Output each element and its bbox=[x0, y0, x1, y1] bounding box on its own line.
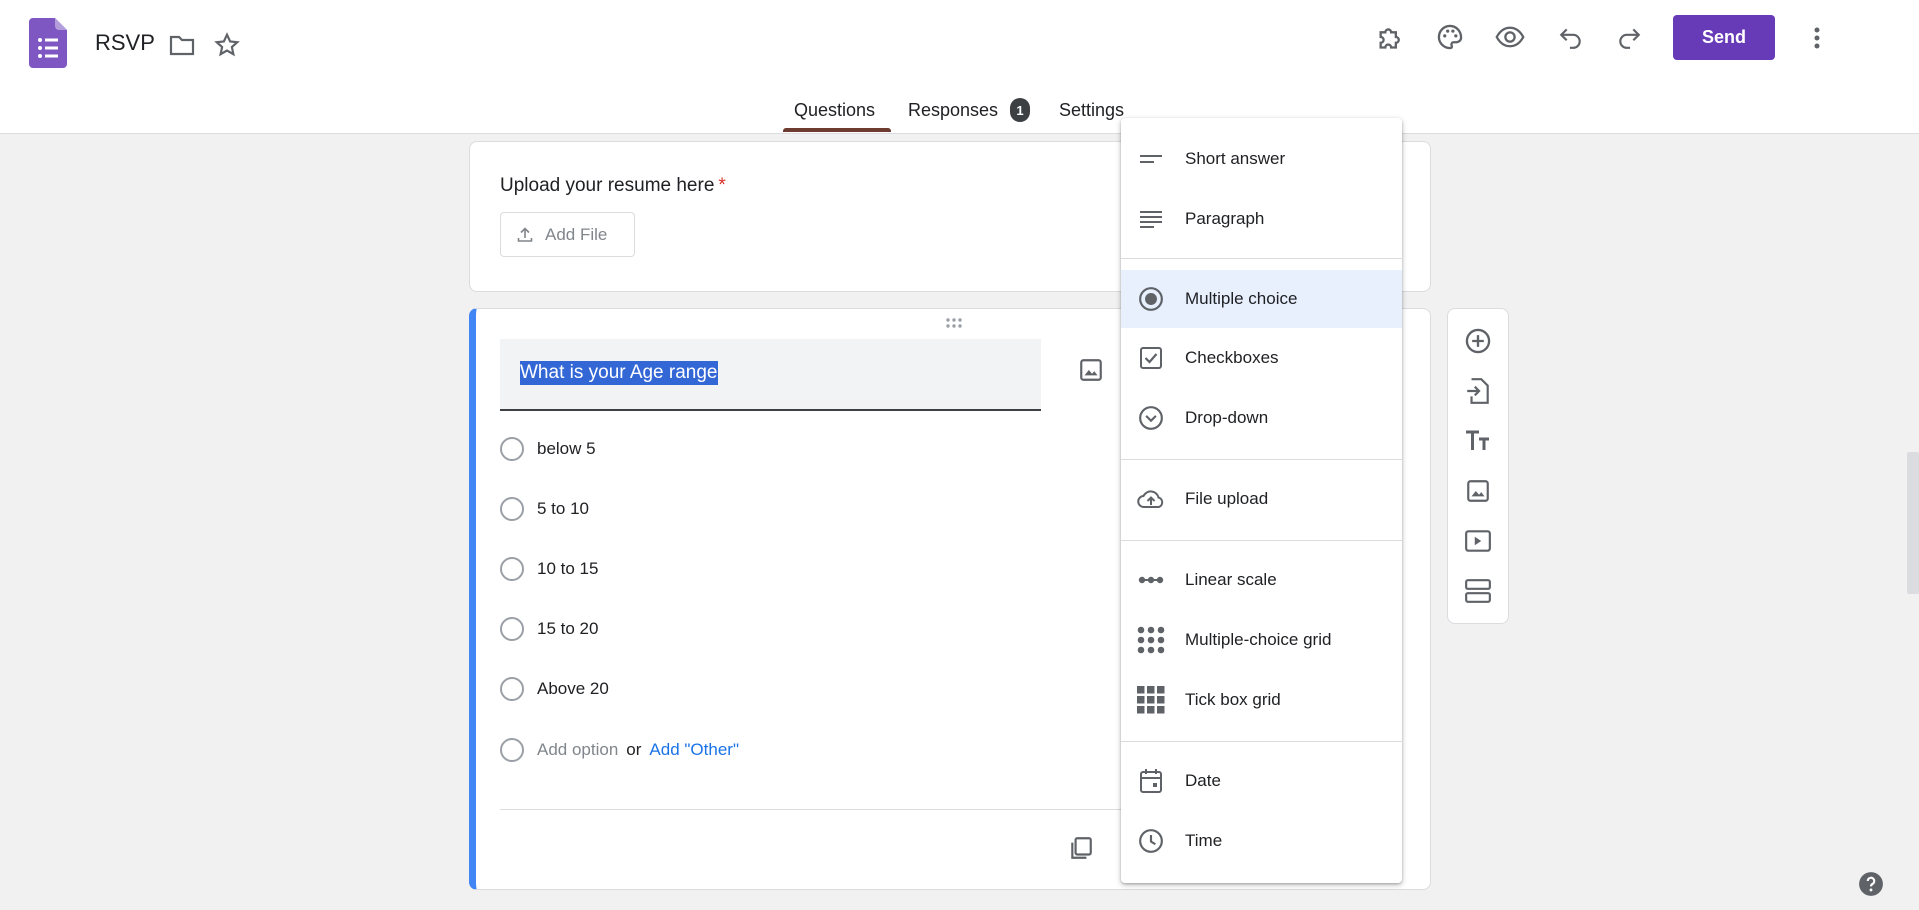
tab-bar: Questions Responses 1 Settings bbox=[0, 96, 1919, 134]
menu-item-time[interactable]: Time bbox=[1121, 812, 1402, 870]
menu-item-label: Multiple-choice grid bbox=[1185, 630, 1332, 649]
menu-item-multiple-choice-grid[interactable]: Multiple-choice grid bbox=[1121, 611, 1402, 669]
tab-settings[interactable]: Settings bbox=[1059, 100, 1124, 121]
undo-icon[interactable] bbox=[1555, 21, 1587, 53]
add-image-icon[interactable] bbox=[1463, 476, 1493, 506]
menu-item-label: File upload bbox=[1185, 489, 1269, 508]
radio-button[interactable] bbox=[500, 437, 524, 461]
add-question-icon[interactable] bbox=[1463, 326, 1493, 356]
help-icon[interactable] bbox=[1858, 871, 1884, 897]
add-file-label: Add File bbox=[545, 224, 608, 244]
menu-item-tick-box-grid[interactable]: Tick box grid bbox=[1121, 671, 1402, 729]
menu-item-paragraph[interactable]: Paragraph bbox=[1121, 190, 1402, 248]
menu-divider bbox=[1121, 258, 1402, 259]
question-title: Upload your resume here * bbox=[500, 175, 726, 197]
tab-questions[interactable]: Questions bbox=[794, 100, 875, 121]
radio-button[interactable] bbox=[500, 677, 524, 701]
dot-grid-icon bbox=[1137, 626, 1165, 654]
menu-item-date[interactable]: Date bbox=[1121, 752, 1402, 810]
menu-item-label: Date bbox=[1185, 771, 1221, 790]
import-questions-icon[interactable] bbox=[1463, 376, 1493, 406]
option-item[interactable]: 15 to 20 bbox=[500, 614, 598, 644]
duplicate-icon[interactable] bbox=[1068, 835, 1094, 866]
app-header: RSVP Send Questions Responses 1 Settings bbox=[0, 0, 1919, 134]
menu-item-label: Checkboxes bbox=[1185, 348, 1279, 367]
menu-item-label: Linear scale bbox=[1185, 570, 1277, 589]
option-label[interactable]: 15 to 20 bbox=[537, 619, 598, 639]
side-toolbar bbox=[1447, 308, 1509, 624]
addons-puzzle-icon[interactable] bbox=[1374, 21, 1406, 53]
menu-divider bbox=[1121, 459, 1402, 460]
checkbox-icon bbox=[1137, 344, 1165, 372]
star-icon[interactable] bbox=[211, 29, 243, 61]
option-item[interactable]: 10 to 15 bbox=[500, 554, 598, 584]
or-text: or bbox=[626, 740, 642, 759]
menu-item-label: Short answer bbox=[1185, 149, 1286, 168]
option-item[interactable]: below 5 bbox=[500, 434, 596, 464]
square-grid-icon bbox=[1137, 686, 1165, 714]
menu-item-file-upload[interactable]: File upload bbox=[1121, 470, 1402, 528]
form-title[interactable]: RSVP bbox=[95, 30, 155, 56]
paragraph-icon bbox=[1137, 205, 1165, 233]
add-file-button[interactable]: Add File bbox=[500, 212, 635, 257]
menu-item-multiple-choice[interactable]: Multiple choice bbox=[1121, 270, 1402, 328]
menu-divider bbox=[1121, 540, 1402, 541]
option-label[interactable]: 10 to 15 bbox=[537, 559, 598, 579]
linear-scale-icon bbox=[1137, 566, 1165, 594]
folder-icon[interactable] bbox=[166, 29, 198, 61]
tab-responses-label: Responses bbox=[908, 100, 999, 120]
menu-item-label: Multiple choice bbox=[1185, 289, 1298, 308]
required-mark: * bbox=[718, 175, 726, 196]
add-option-row: Add option or Add "Other" bbox=[500, 735, 739, 765]
radio-icon bbox=[1137, 285, 1165, 313]
menu-item-label: Tick box grid bbox=[1185, 690, 1281, 709]
radio-button[interactable] bbox=[500, 617, 524, 641]
redo-icon[interactable] bbox=[1613, 21, 1645, 53]
clock-icon bbox=[1137, 827, 1165, 855]
option-label[interactable]: Above 20 bbox=[537, 679, 609, 699]
option-item[interactable]: 5 to 10 bbox=[500, 494, 589, 524]
question-type-menu: Short answer Paragraph Multiple choice C… bbox=[1121, 118, 1402, 883]
question-title-text: Upload your resume here bbox=[500, 175, 715, 196]
question-title-input[interactable]: What is your Age range bbox=[500, 339, 1041, 411]
option-item[interactable]: Above 20 bbox=[500, 674, 609, 704]
menu-item-checkboxes[interactable]: Checkboxes bbox=[1121, 329, 1402, 387]
menu-item-label: Drop-down bbox=[1185, 408, 1269, 427]
forms-logo-icon[interactable] bbox=[29, 18, 67, 68]
cloud-upload-icon bbox=[1137, 485, 1165, 513]
add-section-icon[interactable] bbox=[1463, 576, 1493, 606]
upload-icon bbox=[517, 226, 533, 242]
option-label[interactable]: below 5 bbox=[537, 439, 596, 459]
send-button[interactable]: Send bbox=[1673, 15, 1775, 60]
menu-item-linear-scale[interactable]: Linear scale bbox=[1121, 551, 1402, 609]
menu-item-short-answer[interactable]: Short answer bbox=[1121, 130, 1402, 188]
palette-icon[interactable] bbox=[1434, 21, 1466, 53]
tab-responses[interactable]: Responses bbox=[908, 100, 998, 121]
radio-button[interactable] bbox=[500, 557, 524, 581]
more-vert-icon[interactable] bbox=[1801, 22, 1833, 54]
short-answer-icon bbox=[1137, 145, 1165, 173]
add-option-link[interactable]: Add option bbox=[537, 740, 618, 760]
radio-button bbox=[500, 738, 524, 762]
menu-item-label: Paragraph bbox=[1185, 209, 1265, 228]
scrollbar-thumb[interactable] bbox=[1907, 452, 1919, 594]
add-image-icon[interactable] bbox=[1078, 357, 1104, 388]
menu-item-label: Time bbox=[1185, 831, 1223, 850]
radio-button[interactable] bbox=[500, 497, 524, 521]
menu-item-drop-down[interactable]: Drop-down bbox=[1121, 389, 1402, 447]
question-title-selected-text: What is your Age range bbox=[520, 361, 718, 385]
menu-divider bbox=[1121, 741, 1402, 742]
active-tab-indicator bbox=[783, 128, 891, 132]
add-video-icon[interactable] bbox=[1463, 526, 1493, 556]
add-other-link[interactable]: Add "Other" bbox=[649, 740, 739, 760]
responses-count-badge: 1 bbox=[1010, 98, 1030, 122]
calendar-icon bbox=[1137, 767, 1165, 795]
preview-eye-icon[interactable] bbox=[1494, 21, 1526, 53]
option-label[interactable]: 5 to 10 bbox=[537, 499, 589, 519]
dropdown-icon bbox=[1137, 404, 1165, 432]
add-title-icon[interactable] bbox=[1463, 426, 1493, 456]
drag-handle-icon[interactable] bbox=[944, 317, 968, 329]
